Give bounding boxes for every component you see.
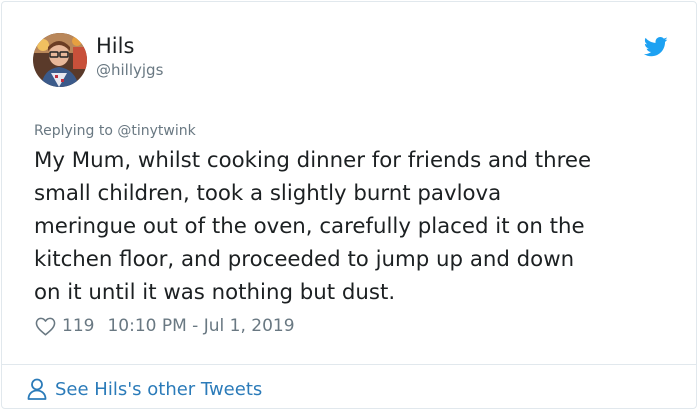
tweet-meta: 119 10:10 PM - Jul 1, 2019: [35, 314, 295, 338]
replying-to-label: Replying to @tinytwink: [34, 123, 196, 139]
person-icon: [27, 378, 47, 400]
avatar[interactable]: [33, 33, 87, 87]
tweet-timestamp[interactable]: 10:10 PM - Jul 1, 2019: [107, 316, 294, 336]
tweet-text-line: My Mum, whilst cooking dinner for friend…: [34, 148, 592, 173]
author-display-name[interactable]: Hils: [96, 33, 134, 59]
tweet-text-line: on it until it was nothing but dust.: [34, 280, 396, 305]
tweet-text-line: small children, took a slightly burnt pa…: [34, 181, 502, 206]
heart-icon[interactable]: [35, 317, 56, 336]
like-count[interactable]: 119: [62, 316, 94, 336]
see-other-tweets-link[interactable]: See Hils's other Tweets: [27, 375, 262, 403]
see-other-tweets-label: See Hils's other Tweets: [55, 378, 263, 400]
avatar-image: [33, 33, 87, 87]
author-handle[interactable]: @hillyjgs: [96, 60, 163, 80]
twitter-bird-icon[interactable]: [644, 37, 668, 57]
tweet-text-line: meringue out of the oven, carefully plac…: [34, 214, 585, 239]
tweet-text: My Mum, whilst cooking dinner for friend…: [34, 144, 674, 309]
footer-divider: [2, 364, 696, 365]
tweet-text-line: kitchen floor, and proceeded to jump up …: [34, 247, 575, 272]
embedded-tweet-card: Hils @hillyjgs Replying to @tinytwink My…: [1, 1, 697, 409]
